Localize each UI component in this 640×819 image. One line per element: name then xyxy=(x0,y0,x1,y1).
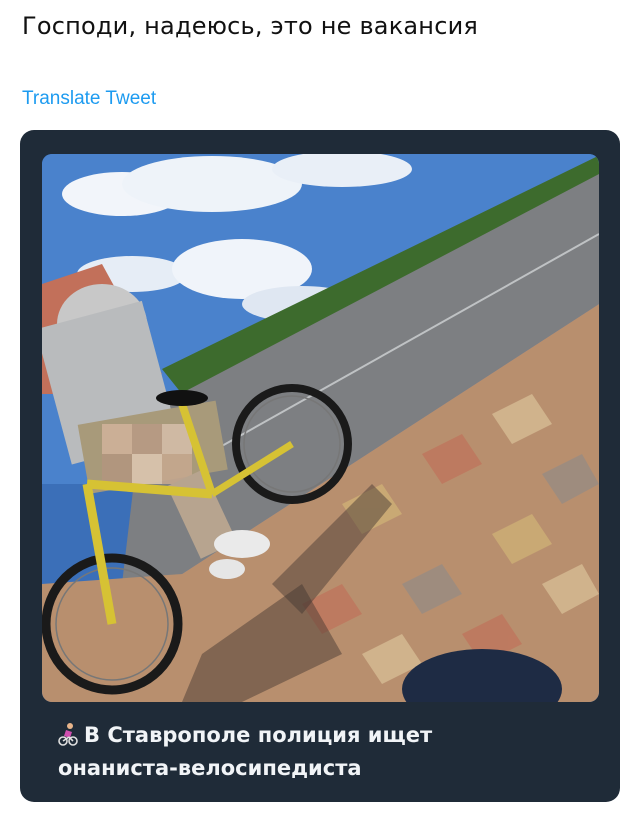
telegram-post-card[interactable]: В Ставрополе полиция ищет онаниста-велос… xyxy=(20,130,620,802)
cyclist-icon xyxy=(58,723,78,746)
post-caption: В Ставрополе полиция ищет онаниста-велос… xyxy=(58,719,600,785)
post-photo[interactable] xyxy=(42,154,599,702)
photo-illustration xyxy=(42,154,599,702)
caption-text-line-1: В Ставрополе полиция ищет xyxy=(84,723,433,747)
translate-tweet-link[interactable]: Translate Tweet xyxy=(22,88,156,110)
tweet-text: Господи, надеюсь, это не вакансия xyxy=(22,12,479,40)
caption-line-2: онаниста-велосипедиста xyxy=(58,756,362,780)
caption-line-1: В Ставрополе полиция ищет xyxy=(58,719,600,752)
